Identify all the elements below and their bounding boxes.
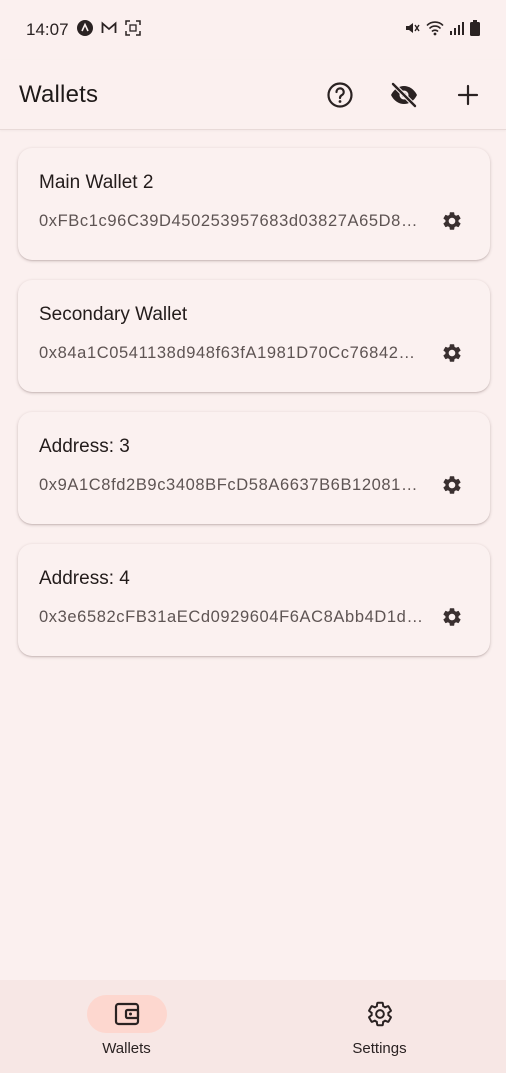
wallet-address: 0xFBc1c96C39D450253957683d03827A65D8C0A2…: [39, 211, 423, 230]
toggle-visibility-button[interactable]: [384, 75, 424, 115]
wallet-settings-button[interactable]: [439, 208, 465, 234]
nav-label: Settings: [352, 1040, 407, 1057]
nav-item-wallets[interactable]: Wallets: [0, 980, 253, 1073]
wallet-icon: [114, 1002, 139, 1026]
active-indicator: [86, 995, 167, 1033]
wallet-card[interactable]: Address: 4 0x3e6582cFB31aECd0929604F6AC8…: [18, 544, 490, 656]
signal-icon: [450, 20, 464, 40]
gear-icon: [443, 212, 461, 230]
nav-item-settings[interactable]: Settings: [253, 980, 506, 1073]
wallet-row: 0x3e6582cFB31aECd0929604F6AC8Abb4D1d5C8A…: [39, 604, 470, 630]
screenshot-icon: [124, 19, 141, 41]
wallet-address: 0x84a1C0541138d948f63fA1981D70Cc76842E5B…: [39, 343, 423, 362]
wallet-address: 0x9A1C8fd2B9c3408BFcD58A6637B6B12081F4D3…: [39, 475, 423, 494]
wallet-row: 0xFBc1c96C39D450253957683d03827A65D8C0A2…: [39, 208, 470, 234]
status-right: [404, 19, 480, 41]
app-bar: Wallets: [0, 60, 506, 130]
battery-icon: [470, 19, 480, 41]
wallet-settings-button[interactable]: [439, 604, 465, 630]
wallet-name: Secondary Wallet: [39, 304, 188, 325]
page-title: Wallets: [19, 80, 99, 108]
settings-icon: [367, 1001, 392, 1027]
help-button[interactable]: [320, 75, 360, 115]
wallet-name: Address: 4: [39, 568, 130, 589]
status-time: 14:07: [26, 20, 69, 39]
add-wallet-button[interactable]: [448, 75, 488, 115]
wallet-card[interactable]: Address: 3 0x9A1C8fd2B9c3408BFcD58A6637B…: [18, 412, 490, 524]
add-icon: [457, 84, 479, 105]
status-bar: 14:07: [0, 0, 506, 60]
help-icon: [327, 81, 353, 108]
app-notification-icon: [76, 19, 93, 41]
wallet-row: 0x9A1C8fd2B9c3408BFcD58A6637B6B12081F4D3…: [39, 472, 470, 498]
wallet-card[interactable]: Secondary Wallet 0x84a1C0541138d948f63fA…: [18, 280, 490, 392]
gmail-icon: [101, 20, 117, 40]
wallet-row: 0x84a1C0541138d948f63fA1981D70Cc76842E5B…: [39, 340, 470, 366]
wallet-settings-button[interactable]: [439, 340, 465, 366]
wallet-settings-button[interactable]: [439, 472, 465, 498]
gear-icon: [443, 344, 461, 362]
status-left: 14:07: [26, 19, 141, 41]
gear-icon: [443, 608, 461, 626]
visibility-off-icon: [391, 81, 417, 108]
nav-label: Wallets: [102, 1040, 151, 1057]
gear-icon: [443, 476, 461, 494]
mute-icon: [404, 20, 420, 41]
nav-icon-container: [340, 995, 420, 1033]
app-bar-actions: [320, 75, 488, 115]
wallet-address: 0x3e6582cFB31aECd0929604F6AC8Abb4D1d5C8A…: [39, 607, 423, 626]
bottom-navigation: Wallets Settings: [0, 980, 506, 1073]
wifi-icon: [426, 20, 444, 41]
wallet-name: Main Wallet 2: [39, 172, 154, 193]
wallet-name: Address: 3: [39, 436, 130, 457]
wallet-card[interactable]: Main Wallet 2 0xFBc1c96C39D450253957683d…: [18, 148, 490, 260]
wallet-list: Main Wallet 2 0xFBc1c96C39D450253957683d…: [18, 148, 490, 656]
